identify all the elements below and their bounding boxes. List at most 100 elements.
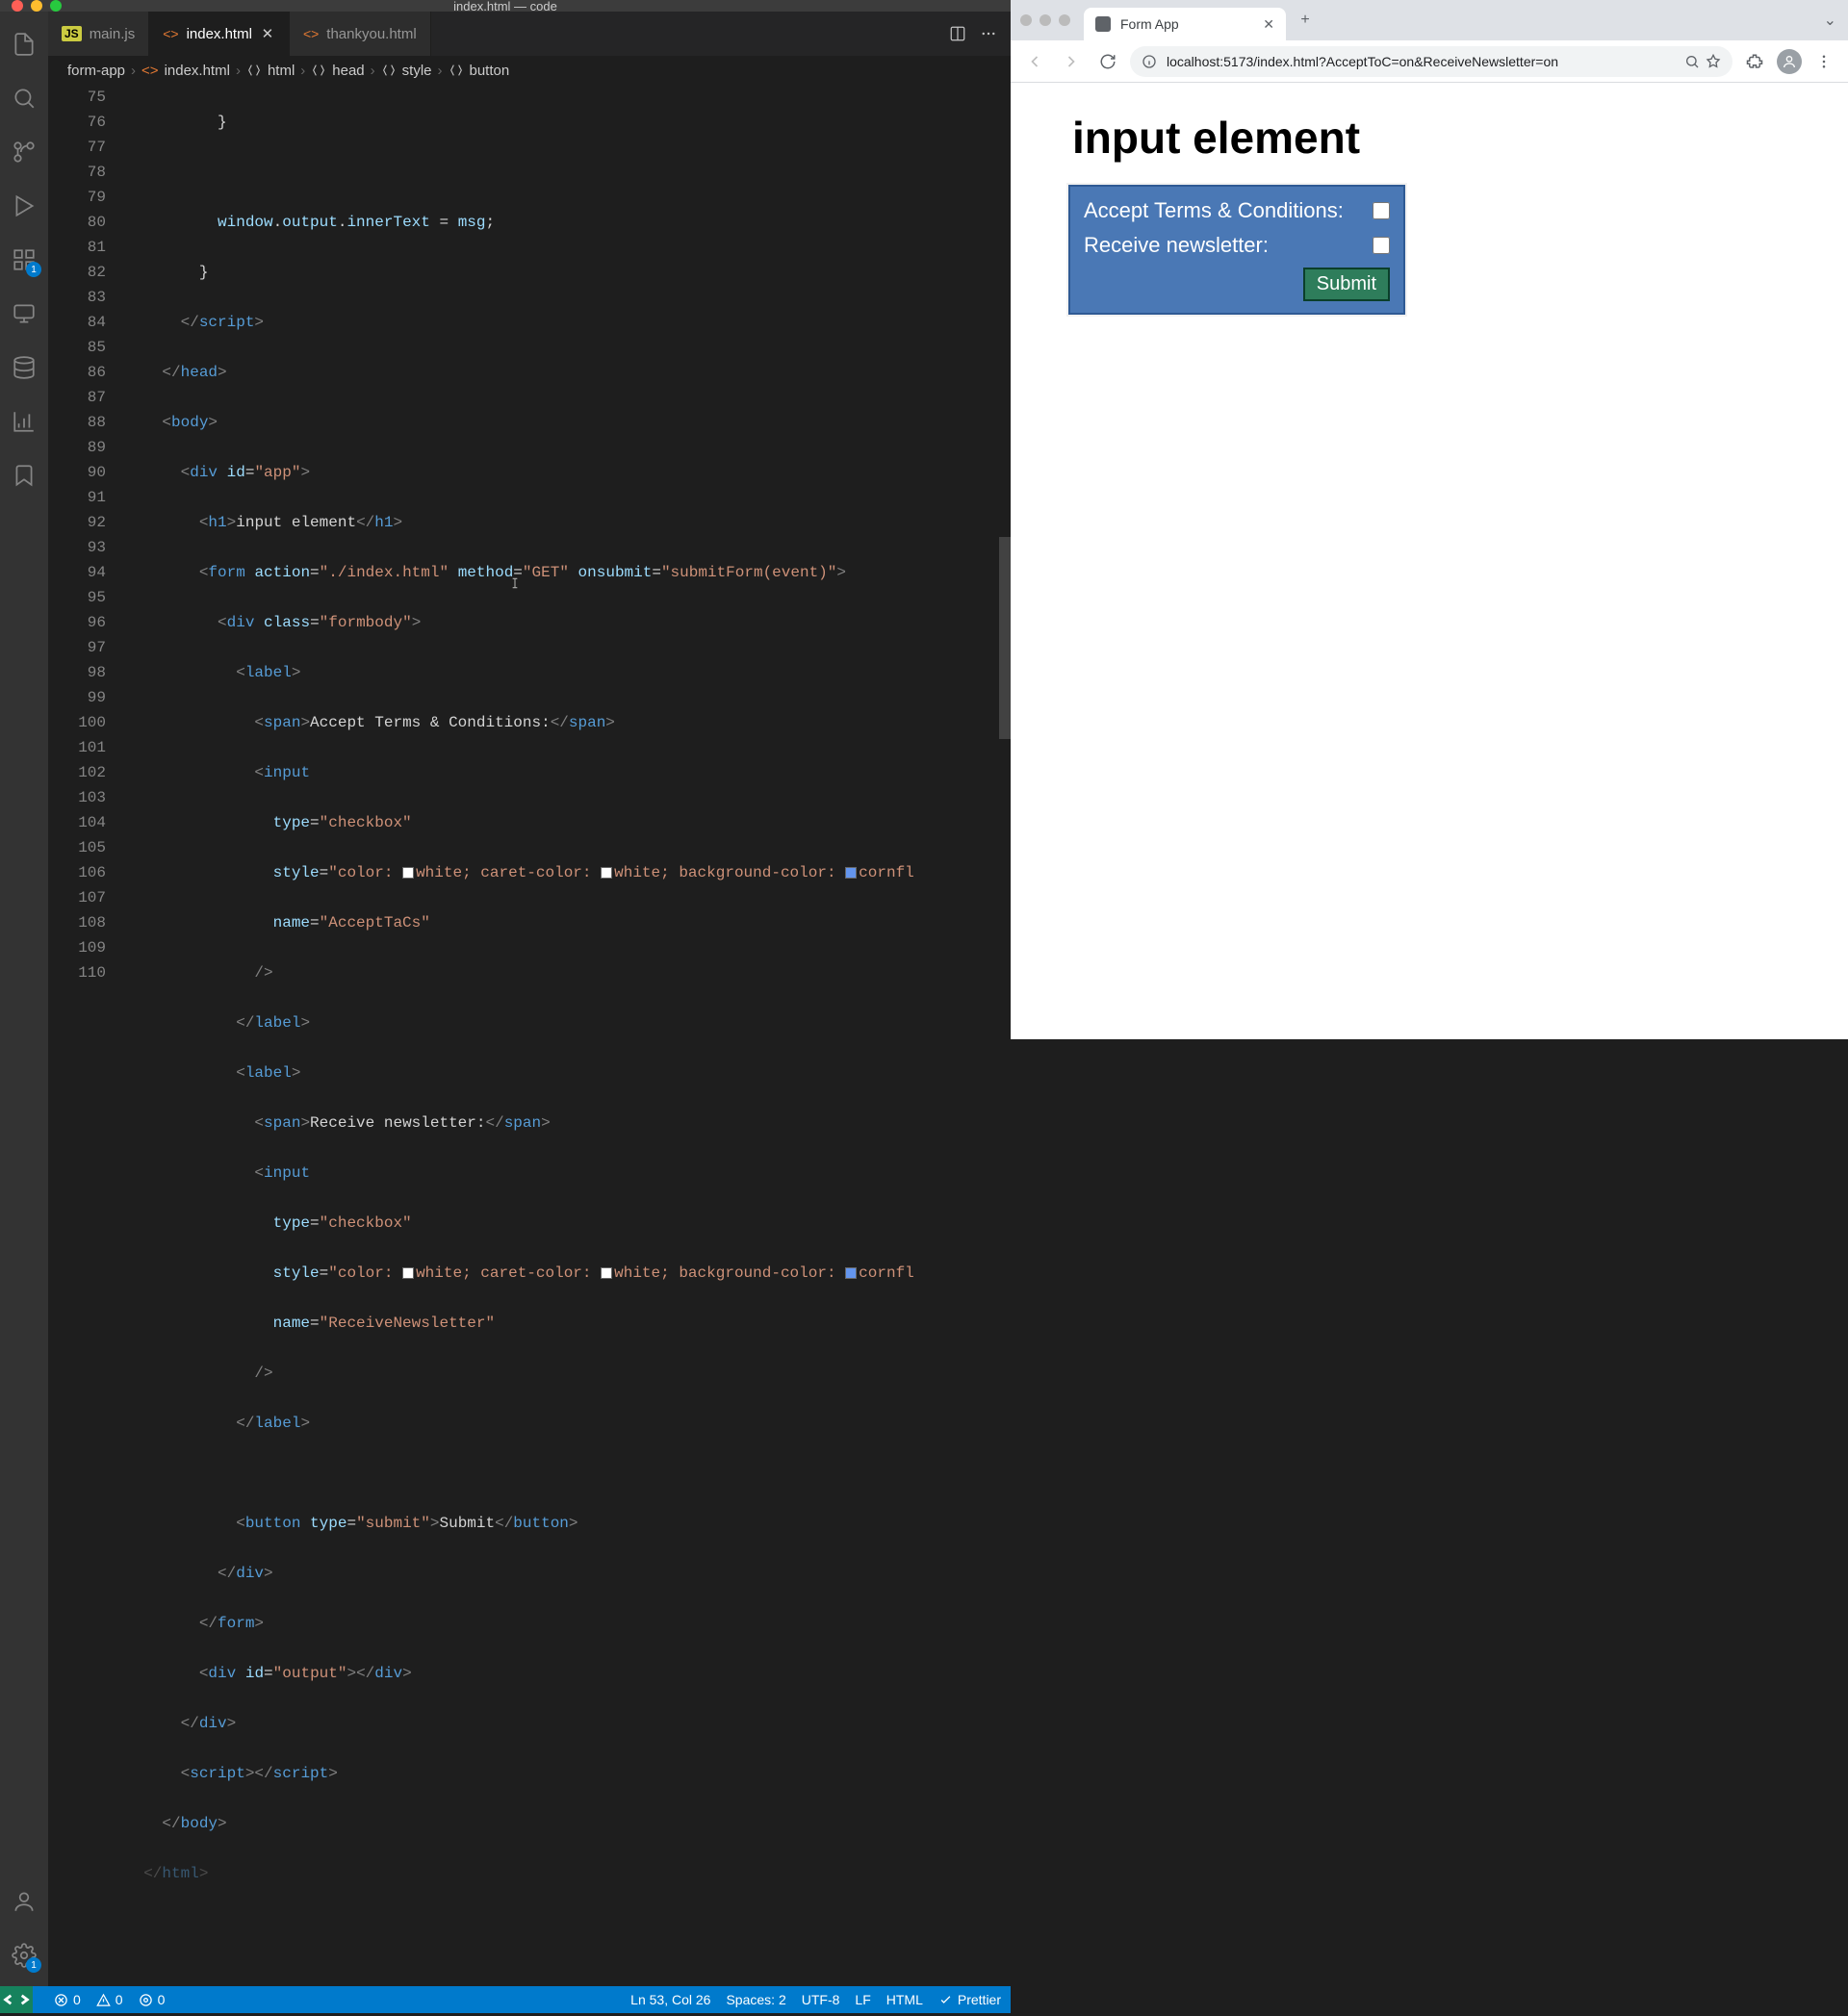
status-port[interactable]: 0 [139, 1992, 166, 2007]
js-file-icon: JS [62, 26, 82, 41]
element-icon [246, 63, 262, 78]
status-prettier[interactable]: Prettier [938, 1992, 1001, 2007]
back-button[interactable] [1020, 47, 1049, 76]
forward-button[interactable] [1057, 47, 1086, 76]
element-icon [449, 63, 464, 78]
remote-explorer-icon[interactable] [1, 291, 47, 337]
close-tab-icon[interactable]: ✕ [260, 25, 275, 42]
search-icon[interactable] [1, 75, 47, 121]
code-editor[interactable]: 7576777879808182838485868788899091929394… [48, 85, 1011, 1986]
status-language[interactable]: HTML [886, 1992, 923, 2007]
settings-gear-icon[interactable]: 1 [1, 1932, 47, 1978]
submit-button[interactable]: Submit [1303, 268, 1390, 301]
minimize-window-button[interactable] [1040, 14, 1051, 26]
color-swatch-cornflower [845, 867, 857, 879]
color-swatch-white [402, 1267, 414, 1279]
remote-indicator-icon[interactable] [0, 1986, 33, 2013]
tabs-row: JS main.js <> index.html ✕ <> thankyou.h… [48, 12, 1011, 56]
tab-thankyou-html[interactable]: <> thankyou.html [290, 12, 431, 56]
chrome-window: Form App ✕ + ⌄ localhost:5173/index.html… [1011, 0, 1848, 1039]
browser-tab-strip: Form App ✕ + ⌄ [1011, 0, 1848, 40]
browser-tab[interactable]: Form App ✕ [1084, 8, 1286, 40]
address-bar[interactable]: localhost:5173/index.html?AcceptToC=on&R… [1130, 46, 1732, 77]
vscode-window: index.html — code 1 [0, 0, 1011, 1039]
chevron-down-icon[interactable]: ⌄ [1824, 11, 1848, 30]
form-row-terms: Accept Terms & Conditions: [1084, 198, 1390, 223]
element-icon [381, 63, 397, 78]
extensions-puzzle-icon[interactable] [1740, 47, 1769, 76]
minimize-window-button[interactable] [31, 0, 42, 12]
form-row-newsletter: Receive newsletter: [1084, 233, 1390, 258]
scrollbar-thumb[interactable] [999, 537, 1011, 739]
color-swatch-white [402, 867, 414, 879]
color-swatch-white [601, 1267, 612, 1279]
database-icon[interactable] [1, 345, 47, 391]
html-file-icon: <> [303, 26, 319, 41]
status-bar: 0 0 0 Ln 53, Col 26 Spaces: 2 UTF-8 LF H… [0, 1986, 1011, 2013]
code-content[interactable]: } window.output.innerText = msg; } </scr… [125, 85, 1011, 1986]
breadcrumb-item[interactable]: html [268, 63, 295, 79]
zoom-window-button[interactable] [50, 0, 62, 12]
browser-toolbar: localhost:5173/index.html?AcceptToC=on&R… [1011, 40, 1848, 83]
status-spaces[interactable]: Spaces: 2 [726, 1992, 785, 2007]
label-terms: Accept Terms & Conditions: [1084, 198, 1344, 223]
zoom-window-button[interactable] [1059, 14, 1070, 26]
reload-button[interactable] [1093, 47, 1122, 76]
kebab-menu-icon[interactable] [1810, 47, 1838, 76]
split-editor-icon[interactable] [949, 25, 966, 42]
profile-avatar[interactable] [1777, 49, 1802, 74]
tab-index-html[interactable]: <> index.html ✕ [149, 12, 290, 56]
status-cursor-pos[interactable]: Ln 53, Col 26 [630, 1992, 710, 2007]
color-swatch-cornflower [845, 1267, 857, 1279]
label-newsletter: Receive newsletter: [1084, 233, 1269, 258]
checkbox-terms[interactable] [1373, 202, 1390, 219]
editor-area: JS main.js <> index.html ✕ <> thankyou.h… [48, 12, 1011, 1986]
close-tab-icon[interactable]: ✕ [1263, 16, 1274, 33]
url-text: localhost:5173/index.html?AcceptToC=on&R… [1167, 54, 1558, 69]
traffic-lights [12, 0, 62, 12]
browser-traffic-lights [1020, 14, 1084, 26]
new-tab-button[interactable]: + [1292, 7, 1319, 34]
macos-titlebar: index.html — code [0, 0, 1011, 12]
run-debug-icon[interactable] [1, 183, 47, 229]
accounts-icon[interactable] [1, 1878, 47, 1925]
site-info-icon[interactable] [1142, 54, 1157, 69]
html-file-icon: <> [141, 63, 159, 79]
bookmark-icon[interactable] [1, 452, 47, 498]
page-heading: input element [1072, 112, 1790, 164]
close-window-button[interactable] [12, 0, 23, 12]
tab-label: index.html [187, 26, 252, 42]
tab-label: main.js [90, 26, 136, 42]
bookmark-star-icon[interactable] [1706, 54, 1721, 69]
tab-label: thankyou.html [326, 26, 416, 42]
status-encoding[interactable]: UTF-8 [802, 1992, 840, 2007]
browser-tab-title: Form App [1120, 16, 1179, 32]
breadcrumb-item[interactable]: style [402, 63, 432, 79]
status-warnings[interactable]: 0 [96, 1992, 123, 2007]
zoom-icon[interactable] [1684, 54, 1700, 69]
text-cursor-icon [508, 574, 522, 593]
breadcrumb-item[interactable]: head [332, 63, 364, 79]
close-window-button[interactable] [1020, 14, 1032, 26]
extensions-icon[interactable]: 1 [1, 237, 47, 283]
html-file-icon: <> [163, 26, 178, 41]
breadcrumb-item[interactable]: index.html [165, 63, 230, 79]
favicon-icon [1095, 16, 1111, 32]
activity-bar: 1 [0, 12, 48, 1986]
more-actions-icon[interactable] [980, 25, 997, 42]
chart-icon[interactable] [1, 398, 47, 445]
status-errors[interactable]: 0 [54, 1992, 81, 2007]
breadcrumb-item[interactable]: button [470, 63, 510, 79]
window-title: index.html — code [0, 0, 1011, 13]
breadcrumb-item[interactable]: form-app [67, 63, 125, 79]
source-control-icon[interactable] [1, 129, 47, 175]
color-swatch-white [601, 867, 612, 879]
form-body: Accept Terms & Conditions: Receive newsl… [1068, 185, 1405, 315]
checkbox-newsletter[interactable] [1373, 237, 1390, 254]
settings-badge: 1 [26, 1957, 41, 1973]
status-eol[interactable]: LF [855, 1992, 870, 2007]
explorer-icon[interactable] [1, 21, 47, 67]
tab-main-js[interactable]: JS main.js [48, 12, 149, 56]
element-icon [311, 63, 326, 78]
breadcrumb[interactable]: form-app› <> index.html› html› head› sty… [48, 56, 1011, 85]
